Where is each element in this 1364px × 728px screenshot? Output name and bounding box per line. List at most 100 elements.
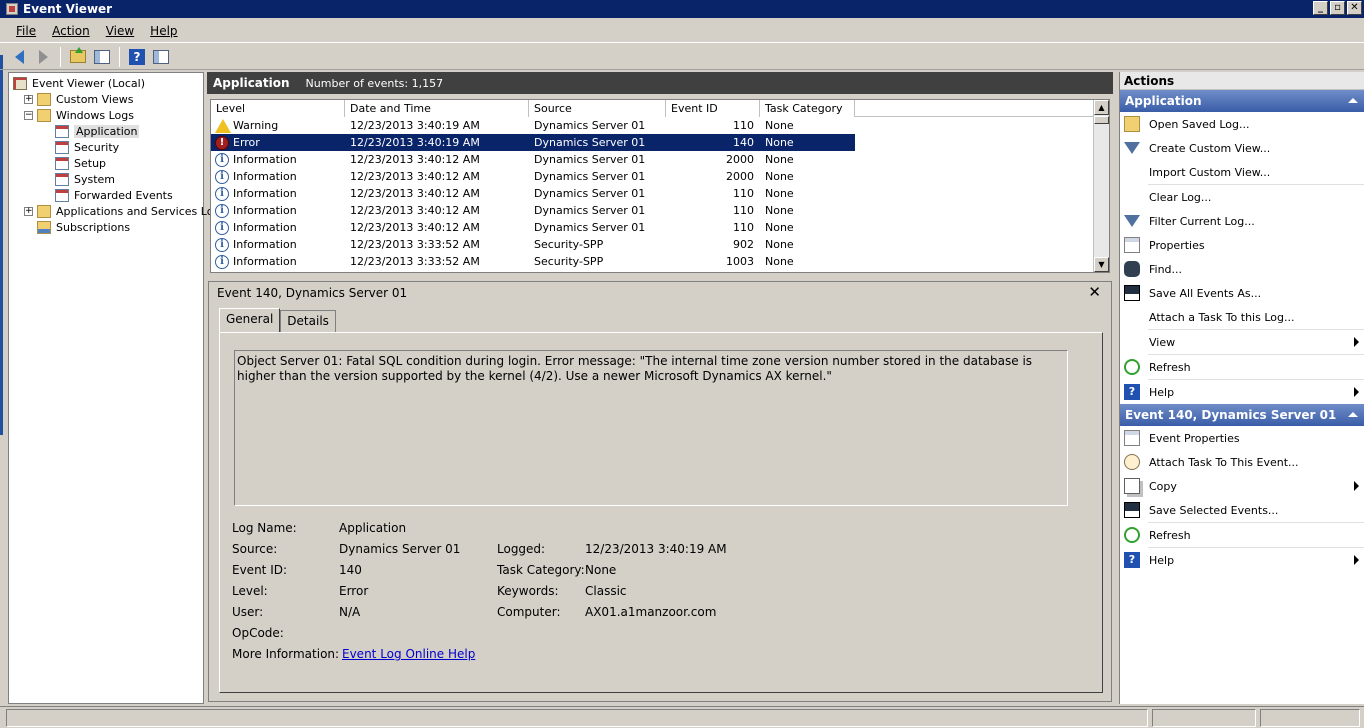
action-label: Save All Events As... bbox=[1149, 286, 1262, 300]
table-row[interactable]: Warning 12/23/2013 3:40:19 AM Dynamics Ser… bbox=[211, 117, 1109, 134]
tree-item-applications-and-services-logs[interactable]: + Applications and Services Logs bbox=[9, 203, 226, 219]
scroll-up-button[interactable]: ▲ bbox=[1094, 100, 1109, 115]
cell-level: i Information bbox=[211, 219, 345, 236]
tab-details[interactable]: Details bbox=[280, 310, 336, 332]
action-import-custom-view[interactable]: Import Custom View... bbox=[1120, 160, 1364, 184]
action-save-selected-events[interactable]: Save Selected Events... bbox=[1120, 498, 1364, 522]
back-button[interactable] bbox=[8, 46, 30, 68]
action-copy[interactable]: Copy bbox=[1120, 474, 1364, 498]
cell-level: Warning bbox=[211, 117, 345, 134]
collapse-section-icon[interactable] bbox=[1348, 98, 1358, 103]
help-button[interactable]: ? bbox=[126, 46, 148, 68]
action-filter-current-log[interactable]: Filter Current Log... bbox=[1120, 209, 1364, 233]
action-help[interactable]: ? Help bbox=[1120, 380, 1364, 404]
help-icon: ? bbox=[129, 48, 145, 65]
tree-item-event-viewer-local[interactable]: Event Viewer (Local) bbox=[9, 75, 203, 91]
table-row[interactable]: i Information 12/23/2013 3:40:12 AM Dynamic… bbox=[211, 202, 1109, 219]
cell-event-id: 110 bbox=[733, 221, 754, 234]
action-properties[interactable]: Properties bbox=[1120, 233, 1364, 257]
expand-icon[interactable]: + bbox=[24, 206, 33, 216]
maximize-button[interactable]: ▫ bbox=[1330, 1, 1345, 15]
table-row[interactable]: i Information 12/23/2013 3:33:52 AM Securit… bbox=[211, 236, 1109, 253]
tree-item-setup[interactable]: Setup bbox=[9, 155, 203, 171]
submenu-arrow-icon bbox=[1354, 337, 1359, 347]
event-id-label: Event ID: bbox=[232, 563, 288, 577]
action-save-all-events-as[interactable]: Save All Events As... bbox=[1120, 281, 1364, 305]
log-icon bbox=[55, 124, 69, 138]
action-clear-log[interactable]: Clear Log... bbox=[1120, 185, 1364, 209]
menu-help[interactable]: Help bbox=[142, 24, 185, 38]
cell-task-category: None bbox=[765, 153, 794, 166]
show-hide-tree-button[interactable] bbox=[91, 46, 113, 68]
action-attach-a-task-to-this-log[interactable]: Attach a Task To this Log... bbox=[1120, 305, 1364, 329]
blank-icon bbox=[1124, 309, 1140, 325]
tree-item-windows-logs[interactable]: − Windows Logs bbox=[9, 107, 203, 123]
action-help[interactable]: ? Help bbox=[1120, 548, 1364, 572]
log-icon bbox=[55, 156, 69, 170]
level-text: Information bbox=[233, 153, 297, 166]
collapse-icon[interactable]: − bbox=[24, 110, 33, 120]
vertical-scrollbar[interactable]: ▲ ▼ bbox=[1093, 100, 1109, 272]
action-refresh[interactable]: Refresh bbox=[1120, 355, 1364, 379]
menu-file[interactable]: File bbox=[8, 24, 44, 38]
action-label: Open Saved Log... bbox=[1149, 117, 1250, 131]
collapse-section-icon[interactable] bbox=[1348, 412, 1358, 417]
opcode-label: OpCode: bbox=[232, 626, 284, 640]
table-row[interactable]: i Information 12/23/2013 3:40:12 AM Dynamic… bbox=[211, 219, 1109, 236]
cell-event-id: 110 bbox=[733, 204, 754, 217]
log-icon bbox=[55, 172, 69, 186]
action-attach-task-to-this-event[interactable]: Attach Task To This Event... bbox=[1120, 450, 1364, 474]
tree-item-system[interactable]: System bbox=[9, 171, 203, 187]
cell-task-category: None bbox=[765, 187, 794, 200]
scroll-thumb[interactable] bbox=[1094, 116, 1109, 124]
close-detail-icon[interactable]: ✕ bbox=[1088, 283, 1101, 301]
column-event-id[interactable]: Event ID bbox=[666, 100, 760, 117]
tree-item-label: Event Viewer (Local) bbox=[32, 76, 145, 90]
level-text: Information bbox=[233, 221, 297, 234]
up-one-level-button[interactable] bbox=[67, 46, 89, 68]
menu-view[interactable]: View bbox=[98, 24, 142, 38]
column-level[interactable]: Level bbox=[211, 100, 345, 117]
actions-section-event-140-dynamics-server-01[interactable]: Event 140, Dynamics Server 01 bbox=[1120, 404, 1364, 426]
event-message[interactable]: Object Server 01: Fatal SQL condition du… bbox=[234, 350, 1068, 506]
actions-title: Actions bbox=[1120, 72, 1364, 90]
cell-level: i Information bbox=[211, 202, 345, 219]
tab-general[interactable]: General bbox=[219, 308, 281, 332]
forward-button[interactable] bbox=[32, 46, 54, 68]
action-refresh[interactable]: Refresh bbox=[1120, 523, 1364, 547]
column-task-category[interactable]: Task Category bbox=[760, 100, 855, 117]
tree-item-custom-views[interactable]: + Custom Views bbox=[9, 91, 203, 107]
menu-bar: File Action View Help bbox=[0, 19, 1364, 43]
action-view[interactable]: View bbox=[1120, 330, 1364, 354]
action-find[interactable]: Find... bbox=[1120, 257, 1364, 281]
cell-source: Dynamics Server 01 bbox=[534, 221, 646, 234]
scroll-down-button[interactable]: ▼ bbox=[1094, 257, 1109, 272]
menu-action[interactable]: Action bbox=[44, 24, 98, 38]
properties-icon bbox=[1124, 430, 1140, 446]
column-date-time[interactable]: Date and Time bbox=[345, 100, 529, 117]
cell-source: Dynamics Server 01 bbox=[534, 119, 646, 132]
tree-item-forwarded-events[interactable]: Forwarded Events bbox=[9, 187, 203, 203]
minimize-button[interactable]: _ bbox=[1313, 1, 1328, 15]
tree-item-application[interactable]: Application bbox=[9, 123, 203, 139]
expand-icon[interactable]: + bbox=[24, 94, 33, 104]
table-row[interactable]: i Information 12/23/2013 3:40:12 AM Dynamic… bbox=[211, 151, 1109, 168]
table-row[interactable]: ! Error 12/23/2013 3:40:19 AM Dynamics Serv… bbox=[211, 134, 855, 151]
table-row[interactable]: i Information 12/23/2013 3:33:52 AM Securit… bbox=[211, 253, 1109, 270]
action-event-properties[interactable]: Event Properties bbox=[1120, 426, 1364, 450]
action-open-saved-log[interactable]: Open Saved Log... bbox=[1120, 112, 1364, 136]
tree-item-security[interactable]: Security bbox=[9, 139, 203, 155]
copy-icon bbox=[1124, 478, 1140, 494]
table-row[interactable]: i Information 12/23/2013 3:40:12 AM Dynamic… bbox=[211, 185, 1109, 202]
action-pane-icon bbox=[153, 49, 169, 64]
actions-section-application[interactable]: Application bbox=[1120, 90, 1364, 112]
table-row[interactable]: i Information 12/23/2013 3:40:12 AM Dynamic… bbox=[211, 168, 1109, 185]
action-label: Create Custom View... bbox=[1149, 141, 1271, 155]
column-source[interactable]: Source bbox=[529, 100, 666, 117]
action-label: Attach a Task To this Log... bbox=[1149, 310, 1295, 324]
event-log-online-help-link[interactable]: Event Log Online Help bbox=[342, 647, 475, 661]
action-create-custom-view[interactable]: Create Custom View... bbox=[1120, 136, 1364, 160]
show-hide-action-pane-button[interactable] bbox=[150, 46, 172, 68]
tree-item-subscriptions[interactable]: Subscriptions bbox=[9, 219, 203, 235]
close-button[interactable]: ✕ bbox=[1347, 1, 1362, 15]
